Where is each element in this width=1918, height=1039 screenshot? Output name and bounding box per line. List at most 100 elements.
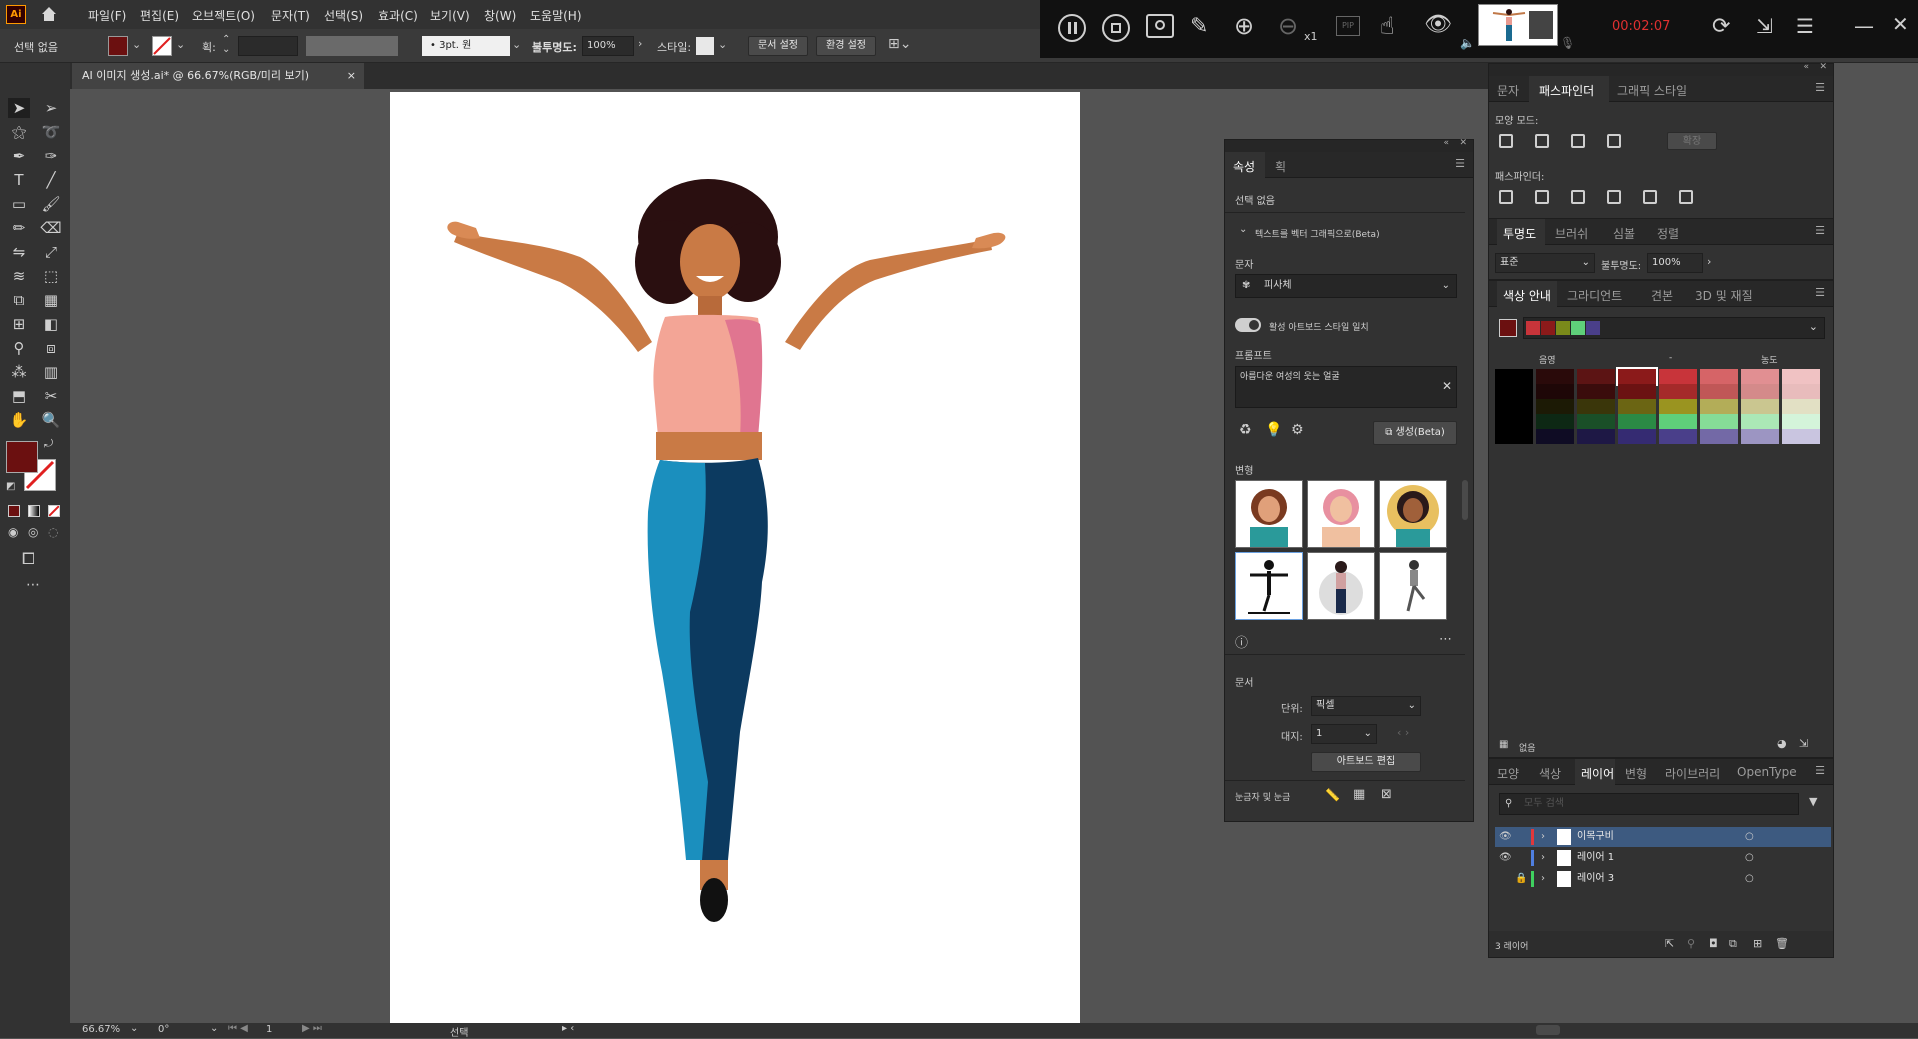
chevron-down-icon[interactable]: ⌄ <box>1239 224 1247 235</box>
color-swatch[interactable] <box>1495 384 1533 399</box>
tab-symbols[interactable]: 심볼 <box>1613 225 1635 242</box>
recording-preview-thumbnail[interactable] <box>1478 4 1558 46</box>
export-icon[interactable]: ⇲ <box>1756 14 1773 38</box>
gear-icon[interactable]: ⚙ <box>1291 422 1304 438</box>
divide-icon[interactable] <box>1499 190 1513 204</box>
variable-width-profile[interactable] <box>306 36 398 56</box>
menu-window[interactable]: 창(W) <box>484 7 516 24</box>
layer-row[interactable]: 👁 › 레이어 1 ○ <box>1495 848 1831 868</box>
woman-illustration[interactable] <box>390 92 1080 1024</box>
settings-icon[interactable]: ☰ <box>1796 14 1814 38</box>
free-transform-tool-icon[interactable]: ⬚ <box>40 266 62 286</box>
zoom-in-icon[interactable]: ⊕ <box>1234 12 1254 40</box>
variation-thumbnail[interactable] <box>1379 480 1447 548</box>
pause-icon[interactable] <box>1058 14 1086 42</box>
rectangle-tool-icon[interactable]: ▭ <box>8 194 30 214</box>
harmony-color[interactable] <box>1586 321 1600 335</box>
chevron-down-icon[interactable]: ⌄ <box>210 1023 218 1034</box>
color-swatch[interactable] <box>1495 429 1533 444</box>
type-tool-icon[interactable]: T <box>8 170 30 190</box>
stroke-swatch[interactable] <box>152 36 172 56</box>
delete-icon[interactable]: 🗑 <box>1775 937 1789 950</box>
color-swatch[interactable] <box>1536 399 1574 414</box>
zoom-field[interactable]: 66.67% <box>82 1024 120 1035</box>
color-swatch[interactable] <box>1618 414 1656 429</box>
expand-chevron-icon[interactable]: › <box>1541 848 1545 868</box>
expand-chevron-icon[interactable]: › <box>1541 827 1545 847</box>
more-tools-icon[interactable]: ⋯ <box>26 577 40 593</box>
color-swatch[interactable] <box>1495 369 1533 384</box>
color-swatch[interactable] <box>1782 429 1820 444</box>
chevron-right-icon[interactable]: › <box>638 37 642 50</box>
tab-gradient[interactable]: 그라디언트 <box>1567 287 1622 304</box>
fill-color-swatch[interactable] <box>6 441 38 473</box>
paintbrush-tool-icon[interactable]: 🖌 <box>40 194 62 214</box>
screenshot-icon[interactable] <box>1146 14 1174 38</box>
harmony-rules-dropdown[interactable]: ⌄ <box>1523 317 1825 339</box>
artboard-tool-icon[interactable]: ⬒ <box>8 386 30 406</box>
menu-file[interactable]: 파일(F) <box>88 7 126 24</box>
export-icon[interactable]: ⇱ <box>1665 937 1674 950</box>
cursor-effect-icon[interactable]: ☝ <box>1380 12 1395 40</box>
color-swatch[interactable] <box>1577 384 1615 399</box>
color-mode-icon[interactable] <box>8 505 20 517</box>
units-dropdown[interactable]: 픽셀 ⌄ <box>1311 696 1421 716</box>
width-tool-icon[interactable]: ≋ <box>8 266 30 286</box>
swap-colors-icon[interactable]: ⤾ <box>44 437 53 451</box>
slice-tool-icon[interactable]: ✂ <box>40 386 62 406</box>
artboard-nav-icon[interactable]: ‹ › <box>1397 726 1409 739</box>
opacity-field[interactable]: 100% <box>582 36 634 56</box>
menu-help[interactable]: 도움말(H) <box>530 7 582 24</box>
color-swatch[interactable] <box>1659 399 1697 414</box>
color-swatch[interactable] <box>1700 384 1738 399</box>
pencil-icon[interactable]: ✎ <box>1190 14 1208 39</box>
color-swatch[interactable] <box>1782 414 1820 429</box>
gradient-mode-icon[interactable] <box>28 505 40 517</box>
menu-object[interactable]: 오브젝트(O) <box>192 7 255 24</box>
color-swatch[interactable] <box>1659 429 1697 444</box>
color-swatch[interactable] <box>1577 429 1615 444</box>
refresh-icon[interactable]: ⟳ <box>1712 14 1730 39</box>
lasso-tool-icon[interactable]: ➰ <box>40 122 62 142</box>
tab-align[interactable]: 정렬 <box>1657 225 1679 242</box>
pixel-grid-icon[interactable]: ⊠ <box>1381 787 1392 802</box>
audio-icon[interactable]: 🔈 <box>1460 36 1475 50</box>
trim-icon[interactable] <box>1535 190 1549 204</box>
color-swatch[interactable] <box>1536 369 1574 384</box>
color-swatch[interactable] <box>1782 384 1820 399</box>
edit-artboard-button[interactable]: 아트보드 편집 <box>1311 752 1421 772</box>
panel-menu-icon[interactable]: ☰ <box>1455 157 1465 170</box>
color-swatch[interactable] <box>1700 414 1738 429</box>
tab-color-guide[interactable]: 색상 안내 <box>1503 287 1551 304</box>
stop-icon[interactable] <box>1102 14 1130 42</box>
clipping-mask-icon[interactable]: ◘ <box>1709 937 1718 950</box>
collapse-icon[interactable]: « <box>1803 62 1809 72</box>
layer-row[interactable]: 👁 › 이목구비 ○ <box>1495 827 1831 847</box>
search-icon[interactable]: ⚲ <box>1687 937 1695 950</box>
save-group-icon[interactable]: ⇲ <box>1799 737 1808 750</box>
variations-scrollbar[interactable] <box>1462 480 1468 520</box>
style-swatch[interactable] <box>696 37 714 55</box>
blend-tool-icon[interactable]: ⧈ <box>40 338 62 358</box>
variation-thumbnail[interactable] <box>1379 552 1447 620</box>
color-swatch[interactable] <box>1782 369 1820 384</box>
horizontal-scrollbar[interactable] <box>1536 1025 1560 1035</box>
color-swatch[interactable] <box>1618 429 1656 444</box>
tab-stroke[interactable]: 획 <box>1275 158 1286 175</box>
crop-icon[interactable] <box>1607 190 1621 204</box>
eraser-tool-icon[interactable]: ⌫ <box>40 218 62 238</box>
menu-view[interactable]: 보기(V) <box>430 7 470 24</box>
tab-layers[interactable]: 레이어 <box>1581 765 1614 782</box>
new-layer-icon[interactable]: ⊞ <box>1753 937 1762 950</box>
artboard-dropdown[interactable]: 1 ⌄ <box>1311 724 1377 744</box>
zoom-tool-icon[interactable]: 🔍 <box>40 410 62 430</box>
color-swatch[interactable] <box>1618 384 1656 399</box>
panel-menu-icon[interactable]: ☰ <box>1815 286 1825 299</box>
clear-icon[interactable]: ✕ <box>1442 379 1452 393</box>
chevron-down-icon[interactable]: ⌄ <box>132 38 141 51</box>
tab-swatches[interactable]: 견본 <box>1651 287 1673 304</box>
draw-behind-icon[interactable]: ◎ <box>28 525 38 539</box>
expand-chevron-icon[interactable]: › <box>1541 869 1545 889</box>
gradient-tool-icon[interactable]: ◧ <box>40 314 62 334</box>
color-swatch[interactable] <box>1741 384 1779 399</box>
